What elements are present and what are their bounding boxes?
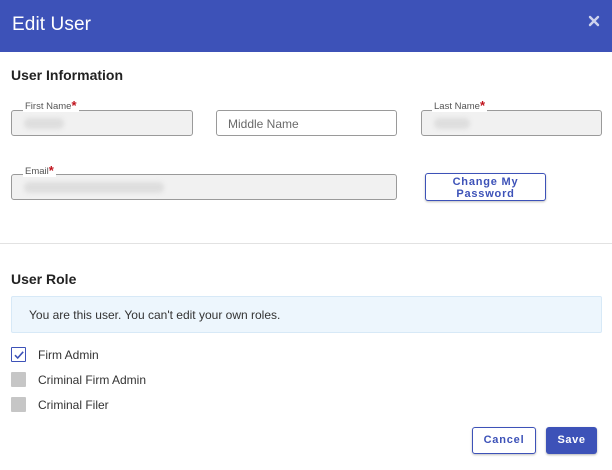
user-information-title: User Information xyxy=(11,67,124,83)
role-label: Firm Admin xyxy=(38,348,99,362)
redacted-value xyxy=(24,118,64,129)
dialog-header: Edit User xyxy=(0,0,612,52)
change-password-label-line1: Change My xyxy=(452,176,519,188)
first-name-field[interactable] xyxy=(11,110,193,136)
dialog-title: Edit User xyxy=(12,14,92,35)
last-name-field[interactable] xyxy=(421,110,602,136)
required-marker: * xyxy=(71,98,77,113)
role-label: Criminal Firm Admin xyxy=(38,373,147,387)
checkbox-criminal-firm-admin[interactable] xyxy=(11,372,26,387)
close-icon[interactable] xyxy=(586,13,602,29)
change-password-label-line2: Password xyxy=(456,188,515,200)
user-role-title: User Role xyxy=(11,271,77,287)
email-field[interactable] xyxy=(11,174,397,200)
middle-name-placeholder: Middle Name xyxy=(228,117,299,131)
redacted-value xyxy=(434,118,470,129)
role-label: Criminal Filer xyxy=(38,398,109,412)
email-label: Email* xyxy=(23,163,56,178)
cancel-button[interactable]: Cancel xyxy=(472,427,536,454)
last-name-label: Last Name* xyxy=(432,98,487,113)
first-name-label: First Name* xyxy=(23,98,79,113)
checkbox-criminal-filer[interactable] xyxy=(11,397,26,412)
middle-name-field[interactable]: Middle Name xyxy=(216,110,397,136)
change-password-button[interactable]: Change My Password xyxy=(425,173,546,201)
required-marker: * xyxy=(479,98,485,113)
info-notice: You are this user. You can't edit your o… xyxy=(11,296,602,333)
check-icon xyxy=(13,350,24,359)
redacted-value xyxy=(24,182,164,193)
section-divider xyxy=(0,243,612,244)
checkbox-firm-admin[interactable] xyxy=(11,347,26,362)
required-marker: * xyxy=(48,163,54,178)
save-button[interactable]: Save xyxy=(546,427,597,454)
info-notice-text: You are this user. You can't edit your o… xyxy=(29,308,281,322)
